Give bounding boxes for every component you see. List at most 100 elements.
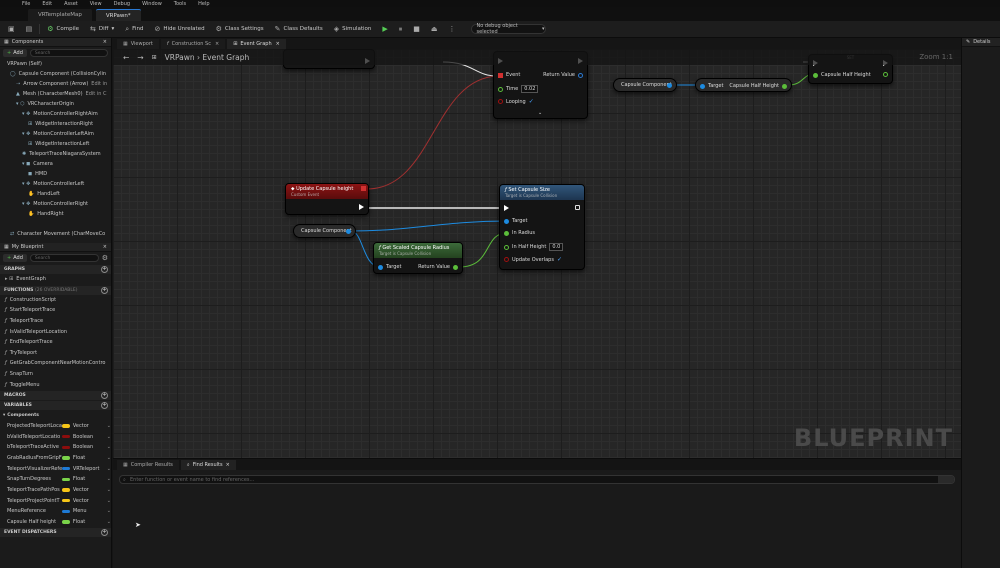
component-tree-item[interactable]: ▾ ⬡ VRCharacterOrigin — [0, 99, 111, 109]
time-pin[interactable]: Time 0.02 — [498, 85, 539, 93]
half-height-out-pin[interactable]: Capsule Half Height — [729, 83, 787, 89]
variable-item[interactable]: TeleportVisualizerRefe VRTeleport ⌄ — [0, 463, 111, 474]
play-button[interactable]: ▶ — [378, 23, 391, 35]
class-settings-button[interactable]: ⚙ Class Settings — [212, 23, 268, 35]
tab-vrpawn[interactable]: VRPawn* — [95, 9, 141, 21]
close-icon[interactable]: × — [276, 41, 280, 47]
variable-item[interactable]: TeleportTracePathPos Vector ⌄ — [0, 485, 111, 496]
breadcrumb-root[interactable]: VRPawn — [165, 53, 195, 62]
function-item[interactable]: ƒ EndTeleportTrace — [0, 337, 111, 348]
visibility-eye-icon[interactable]: ⌄ — [107, 476, 111, 482]
exec-out-pin[interactable] — [359, 204, 364, 210]
get-scaled-capsule-radius-node[interactable]: ƒ Get Scaled Capsule Radius Target is Ca… — [373, 242, 463, 274]
debug-object-select[interactable]: No debug object selected ▾ — [470, 23, 546, 35]
browse-button[interactable]: ▤ — [22, 23, 37, 35]
function-item[interactable]: ƒ GetGrabComponentNearMotionContro — [0, 358, 111, 369]
event-graph-canvas[interactable]: Event Return Value Time 0.02 Looping ✓ ⌄ C… — [113, 49, 961, 458]
component-tree-item[interactable]: ▾ ✥ MotionControllerRight — [0, 199, 111, 209]
variable-item[interactable]: SnapTurnDegrees Float ⌄ — [0, 474, 111, 485]
visibility-eye-icon[interactable]: ⌄ — [107, 455, 111, 461]
find-results-search-input[interactable]: ⌕ Enter function or event name to find r… — [119, 475, 955, 484]
visibility-eye-icon[interactable]: ⌄ — [107, 466, 111, 472]
half-height-out-pin[interactable] — [883, 72, 888, 77]
edit-in-cpp-link[interactable]: Edit in — [91, 81, 107, 87]
component-tree-item[interactable]: ✋ HandLeft — [0, 189, 111, 199]
add-function-icon[interactable]: + — [101, 286, 108, 294]
menu-asset[interactable]: Asset — [64, 1, 78, 7]
close-icon[interactable]: × — [103, 244, 107, 250]
function-item[interactable]: ƒ IsValidTeleportLocation — [0, 326, 111, 337]
menu-tools[interactable]: Tools — [174, 1, 186, 7]
add-variable-icon[interactable]: + — [101, 401, 108, 409]
component-tree-item[interactable] — [0, 219, 111, 229]
variable-item[interactable]: TeleportProjectPointT Vector ⌄ — [0, 495, 111, 506]
save-button[interactable]: ▣ — [4, 23, 19, 35]
capsule-component-node-mid[interactable]: Capsule Component — [293, 224, 356, 238]
capsule-out-pin[interactable] — [667, 83, 672, 88]
visibility-eye-icon[interactable]: ⌄ — [107, 519, 111, 525]
variable-item[interactable]: Capsule Half height Float ⌄ — [0, 517, 111, 528]
menu-file[interactable]: File — [22, 1, 30, 7]
pause-button[interactable]: ⏸ — [395, 23, 407, 35]
diff-button[interactable]: ⇆ Diff ▾ — [86, 23, 118, 35]
simulation-button[interactable]: ◈ Simulation — [330, 23, 376, 35]
find-button[interactable]: ⌕ Find — [121, 23, 147, 35]
function-item[interactable]: ƒ TryTeleport — [0, 348, 111, 359]
visibility-eye-icon[interactable]: ⌄ — [107, 444, 111, 450]
compile-button[interactable]: ⚙ Compile — [43, 23, 83, 35]
function-item[interactable]: ƒ TeleportTrace — [0, 316, 111, 327]
exec-out-pin[interactable] — [575, 205, 580, 210]
looping-pin[interactable]: Looping ✓ — [498, 98, 534, 105]
close-icon[interactable]: × — [226, 462, 230, 468]
exec-in-pin[interactable] — [504, 205, 509, 211]
component-tree-item[interactable]: ✺ TeleportTraceNiagaraSystem — [0, 149, 111, 159]
tab-vrtemplatemap[interactable]: VRTemplateMap — [28, 9, 92, 21]
add-member-button[interactable]: + Add — [3, 254, 27, 262]
component-tree-item[interactable]: ➝ Arrow Component (Arrow) Edit in — [0, 79, 111, 89]
variable-item[interactable]: MenuReference Menu ⌄ — [0, 506, 111, 517]
tab-compiler-results[interactable]: ▦ Compiler Results — [117, 460, 179, 470]
function-item[interactable]: ƒ ConstructionScript — [0, 295, 111, 306]
tab-find-results[interactable]: ⌕ Find Results × — [180, 460, 236, 470]
target-pin[interactable]: Target — [700, 83, 723, 89]
back-arrow-icon[interactable]: ← — [123, 53, 129, 62]
edit-in-cpp-link[interactable]: Edit in C — [86, 91, 107, 97]
forward-arrow-icon[interactable]: → — [137, 53, 143, 62]
in-half-height-input[interactable]: 0.0 — [549, 243, 564, 251]
tab-event-graph[interactable]: ⊞ Event Graph × — [227, 39, 286, 49]
component-tree-item[interactable]: ▲ Mesh (CharacterMesh0) Edit in C — [0, 89, 111, 99]
add-graph-icon[interactable]: + — [101, 266, 108, 273]
component-tree-item[interactable]: ⊞ WidgetInteractionRight — [0, 119, 111, 129]
function-item[interactable]: ƒ SnapTurn — [0, 369, 111, 380]
add-macro-icon[interactable]: + — [101, 391, 108, 399]
capsule-half-height-getter-node[interactable]: Target Capsule Half Height — [695, 78, 792, 92]
set-capsule-size-node[interactable]: ƒ Set Capsule Size Target is Capsule Col… — [499, 184, 585, 270]
component-tree-item[interactable]: VRPawn (Self) — [0, 59, 111, 69]
hide-unrelated-button[interactable]: ⊘ Hide Unrelated — [150, 23, 208, 35]
component-tree-item[interactable]: ▾ ✥ MotionControllerRightAim — [0, 109, 111, 119]
component-tree-item[interactable]: ✋ HandRight — [0, 209, 111, 219]
menu-window[interactable]: Window — [142, 1, 162, 7]
menu-debug[interactable]: Debug — [114, 1, 130, 7]
add-component-button[interactable]: + Add — [3, 49, 27, 57]
more-options-button[interactable]: ⋮ — [445, 23, 460, 35]
target-pin[interactable]: Target — [378, 264, 401, 270]
find-in-all-button[interactable] — [938, 476, 954, 483]
checkmark-icon[interactable]: ✓ — [529, 98, 534, 105]
time-input[interactable]: 0.02 — [521, 85, 539, 93]
component-tree-item[interactable]: ▾ ◼ Camera — [0, 159, 111, 169]
visibility-eye-icon[interactable]: ⌄ — [107, 434, 111, 440]
graphs-section-header[interactable]: GRAPHS + — [0, 265, 111, 274]
menu-help[interactable]: Help — [198, 1, 209, 7]
component-tree-item[interactable]: ▾ ✥ MotionControllerLeftAim — [0, 129, 111, 139]
graph-item-eventgraph[interactable]: ▸ ⊞ EventGraph — [0, 274, 111, 285]
tab-construction-script[interactable]: f Construction Sc × — [160, 39, 226, 49]
delegate-pin-icon[interactable] — [361, 186, 366, 191]
custom-event-update-capsule-height-node[interactable]: ⬥ Update Capsule height Custom Event — [285, 183, 369, 215]
capsule-out-pin[interactable] — [346, 229, 351, 234]
functions-section-header[interactable]: FUNCTIONS (26 OVERRIDABLE) + — [0, 285, 111, 295]
component-tree-item[interactable]: ◯ Capsule Component (CollisionCylin — [0, 69, 111, 79]
target-pin[interactable]: Target — [504, 218, 527, 224]
components-search-input[interactable]: Search — [29, 49, 108, 57]
in-radius-pin[interactable]: In Radius — [504, 230, 535, 236]
